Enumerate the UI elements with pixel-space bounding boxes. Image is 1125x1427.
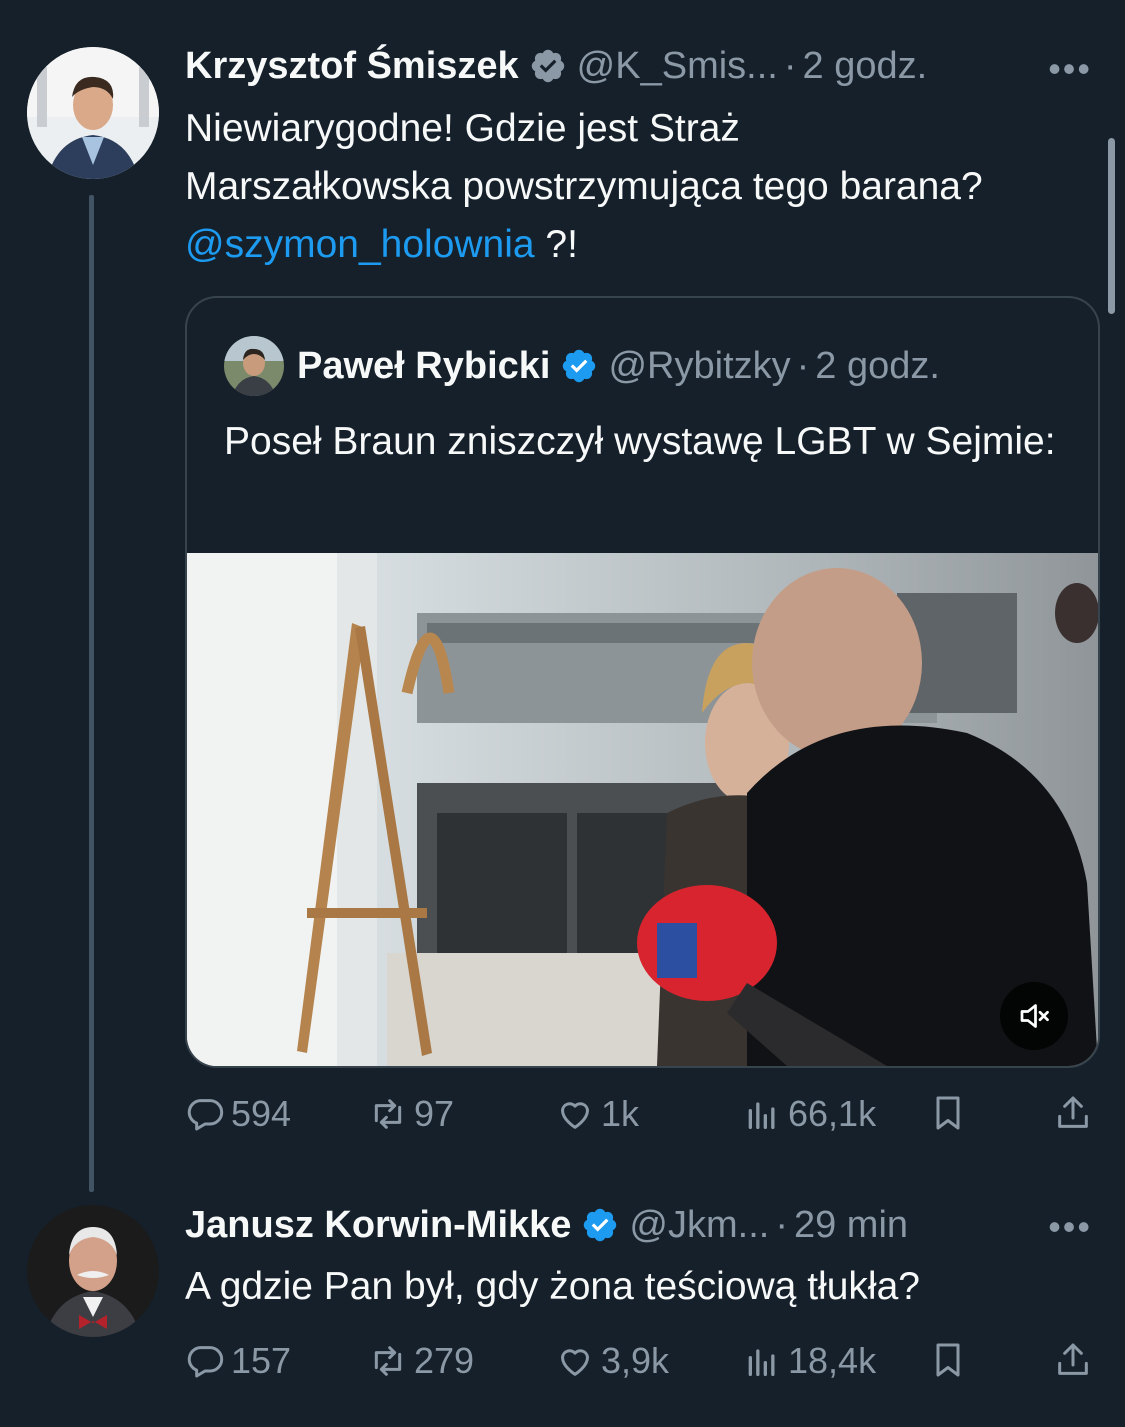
reply-button[interactable]: 594 xyxy=(185,1093,291,1135)
views-icon xyxy=(748,1102,775,1129)
quote-header: Paweł Rybicki @Rybitzky · 2 godz. xyxy=(297,342,940,390)
views-count: 66,1k xyxy=(788,1093,877,1134)
views-button[interactable]: 18,4k xyxy=(742,1340,876,1382)
reply-count: 157 xyxy=(231,1340,292,1381)
avatar-krzysztof-smiszek[interactable] xyxy=(27,47,159,179)
heart-icon xyxy=(561,1349,589,1376)
share-button[interactable] xyxy=(1053,1093,1099,1133)
repost-count: 97 xyxy=(414,1093,455,1134)
video-player[interactable] xyxy=(187,553,1098,1066)
reply-button[interactable]: 157 xyxy=(185,1340,291,1382)
tweet1-header: Krzysztof Śmiszek @K_Smis... · 2 godz. xyxy=(185,42,927,90)
avatar-pawel-rybicki[interactable] xyxy=(224,336,284,396)
like-count: 3,9k xyxy=(601,1340,670,1381)
repost-icon xyxy=(374,1099,402,1129)
timestamp[interactable]: 29 min xyxy=(794,1201,908,1249)
share-icon xyxy=(1058,1096,1088,1128)
thread-line xyxy=(89,195,94,1192)
separator-dot: · xyxy=(783,45,797,87)
author-name[interactable]: Krzysztof Śmiszek xyxy=(185,42,519,90)
quote-author-handle[interactable]: @Rybitzky xyxy=(608,342,790,390)
views-icon xyxy=(748,1349,775,1376)
mute-button[interactable] xyxy=(1000,982,1068,1050)
bookmark-button[interactable] xyxy=(928,1093,974,1133)
repost-button[interactable]: 97 xyxy=(368,1093,454,1135)
like-count: 1k xyxy=(601,1093,640,1134)
avatar-janusz-korwin-mikke[interactable] xyxy=(27,1205,159,1337)
timestamp[interactable]: 2 godz. xyxy=(803,42,928,90)
tweet1-text: Niewiarygodne! Gdzie jest Straż Marszałk… xyxy=(185,100,1005,274)
separator-dot: · xyxy=(796,345,810,387)
verified-badge-icon xyxy=(584,1208,617,1242)
share-button[interactable] xyxy=(1053,1340,1099,1380)
tweet2-text: A gdzie Pan był, gdy żona teściową tłukł… xyxy=(185,1265,920,1308)
mention-link[interactable]: @szymon_holownia xyxy=(185,223,535,266)
more-options-button[interactable]: ••• xyxy=(1048,1206,1092,1248)
repost-button[interactable]: 279 xyxy=(368,1340,474,1382)
bookmark-button[interactable] xyxy=(928,1340,974,1380)
tweet-text-end: ?! xyxy=(534,223,578,266)
share-icon xyxy=(1058,1343,1088,1375)
reply-icon xyxy=(187,1099,224,1131)
verified-badge-icon xyxy=(563,349,596,383)
author-name[interactable]: Janusz Korwin-Mikke xyxy=(185,1201,571,1249)
repost-icon xyxy=(374,1346,402,1376)
scrollbar[interactable] xyxy=(1108,138,1115,314)
like-button[interactable]: 3,9k xyxy=(555,1340,669,1382)
verified-badge-icon xyxy=(531,49,564,83)
quoted-tweet-card[interactable]: Paweł Rybicki @Rybitzky · 2 godz. Poseł … xyxy=(185,296,1100,1068)
speaker-muted-icon xyxy=(1020,1004,1049,1028)
quote-timestamp[interactable]: 2 godz. xyxy=(815,342,940,390)
tweet1-action-bar: 594 97 1k 66,1k xyxy=(185,1093,1095,1143)
views-count: 18,4k xyxy=(788,1340,877,1381)
tweet-text-body: Niewiarygodne! Gdzie jest Straż Marszałk… xyxy=(185,107,983,208)
heart-icon xyxy=(561,1102,589,1129)
author-handle[interactable]: @K_Smis... xyxy=(577,42,778,90)
repost-count: 279 xyxy=(414,1340,475,1381)
reply-icon xyxy=(187,1346,224,1378)
quote-text: Poseł Braun zniszczył wystawę LGBT w Sej… xyxy=(224,420,1056,463)
video-frame xyxy=(187,553,1098,1066)
author-handle[interactable]: @Jkm... xyxy=(629,1201,769,1249)
bookmark-icon xyxy=(936,1096,960,1130)
views-button[interactable]: 66,1k xyxy=(742,1093,876,1135)
like-button[interactable]: 1k xyxy=(555,1093,639,1135)
reply-count: 594 xyxy=(231,1093,292,1134)
more-options-button[interactable]: ••• xyxy=(1048,48,1092,90)
tweet2-header: Janusz Korwin-Mikke @Jkm... · 29 min xyxy=(185,1201,908,1249)
tweet2-action-bar: 157 279 3,9k 18,4k xyxy=(185,1340,1095,1390)
quote-author-name[interactable]: Paweł Rybicki xyxy=(297,342,550,390)
separator-dot: · xyxy=(775,1204,788,1246)
bookmark-icon xyxy=(936,1343,960,1377)
